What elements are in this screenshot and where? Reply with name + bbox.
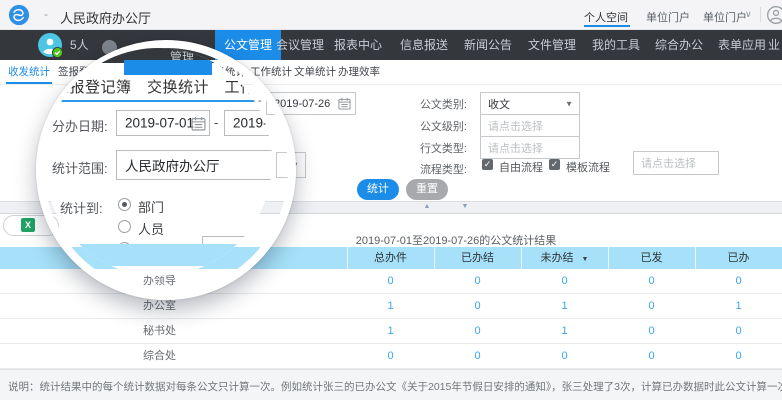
process-type-label: 流程类型:: [407, 161, 467, 177]
doc-type-select[interactable]: 收文 ▼: [480, 92, 580, 115]
cell-link[interactable]: 1: [521, 294, 608, 319]
template-process-label: 模板流程: [566, 159, 610, 175]
free-process-label: 自由流程: [499, 159, 543, 175]
magnified-subtabs: 签报登记簿 交换统计 工作统计: [54, 76, 272, 97]
reset-button[interactable]: 重置: [406, 179, 448, 200]
cell-link[interactable]: 0: [434, 294, 521, 319]
nav-tab-clipped[interactable]: 业: [768, 30, 782, 60]
top-bar: - 人民政府办公厅 个人空间 单位门户 单位门户 ∨: [0, 0, 782, 30]
app-logo-icon: [8, 4, 30, 26]
stat-scope-label: 统计范围:: [52, 158, 108, 177]
magnified-tab-underline: [44, 100, 272, 102]
nav-tab-report-center[interactable]: 报表中心: [334, 30, 382, 60]
toplink-active-underline: [584, 25, 630, 27]
app-title: 人民政府办公厅: [60, 8, 151, 27]
cell-link[interactable]: 0: [434, 344, 521, 369]
cell-link[interactable]: 0: [608, 294, 695, 319]
magnifier-content: 管理 签报登记簿 交换统计 工作统计 分办日期: 2019-07-01 - 20…: [44, 48, 272, 276]
footer-note: 说明：统计结果中的每个统计数据对每条公文只计算一次。例如统计张三的已办公文《关于…: [8, 379, 782, 394]
chevron-down-icon: ▼: [565, 99, 573, 108]
radio-person-label: 人员: [138, 219, 164, 238]
cell-link[interactable]: 0: [521, 269, 608, 294]
radio-department-label: 部门: [138, 197, 164, 216]
magnifier-overlay: 管理 签报登记簿 交换统计 工作统计 分办日期: 2019-07-01 - 20…: [36, 40, 296, 300]
stat-target-label: 统计到:: [60, 198, 103, 217]
col-header-open: 未办结▼: [521, 247, 608, 269]
cell-link[interactable]: 0: [695, 269, 782, 294]
nav-tab-news[interactable]: 新闻公告: [464, 30, 512, 60]
nav-tab-file-management[interactable]: 文件管理: [528, 30, 576, 60]
nav-tab-form-app[interactable]: 表单应用: [718, 30, 766, 60]
chevron-down-icon[interactable]: ∨: [745, 9, 752, 20]
doc-level-input[interactable]: 请点击选择: [480, 114, 580, 137]
col-header-done: 已办: [695, 247, 782, 269]
date-range-separator: -: [214, 115, 218, 130]
subtab-efficiency[interactable]: 办理效率: [338, 60, 380, 84]
footer-note-bar: 说明：统计结果中的每个统计数据对每条公文只计算一次。例如统计张三的已办公文《关于…: [0, 369, 782, 400]
toplink-unit-portal-1[interactable]: 单位门户: [646, 9, 690, 25]
row-label: 秘书处: [143, 319, 176, 344]
col-header-closed: 已办结: [434, 247, 521, 269]
cell-link[interactable]: 0: [434, 269, 521, 294]
radio-department[interactable]: [118, 198, 131, 211]
collapse-up-icon[interactable]: ▲: [414, 201, 440, 212]
subtab-send-receive-stats[interactable]: 收发统计: [8, 60, 50, 84]
expand-down-icon[interactable]: ▼: [452, 201, 478, 212]
magnified-active-tab-fragment: [124, 60, 212, 75]
cell-link[interactable]: 0: [347, 344, 434, 369]
title-separator: -: [44, 7, 48, 21]
topbar-divider: [760, 7, 761, 22]
nav-tab-my-tools[interactable]: 我的工具: [592, 30, 640, 60]
table-row: 综合处 0 0 0 0 0: [0, 344, 782, 369]
cell-link[interactable]: 0: [695, 319, 782, 344]
toplink-unit-portal-2[interactable]: 单位门户: [703, 9, 747, 25]
writing-type-input[interactable]: 请点击选择: [480, 136, 580, 159]
submit-stats-button[interactable]: 统计: [357, 179, 399, 200]
excel-icon: X: [21, 218, 35, 232]
calendar-icon[interactable]: [191, 116, 206, 134]
table-row: 秘书处 1 0 1 0 0: [0, 319, 782, 344]
dispatch-date-label: 分办日期:: [52, 116, 108, 135]
doc-level-label: 公文级别:: [407, 118, 467, 134]
process-select-input[interactable]: 请点击选择: [633, 151, 719, 175]
cell-link[interactable]: 0: [695, 344, 782, 369]
table-row: 办公室 1 0 1 0 1: [0, 294, 782, 319]
date-to-input-clipped[interactable]: 2019-07-26: [224, 110, 272, 136]
nav-tab-info-report[interactable]: 信息报送: [400, 30, 448, 60]
cell-link[interactable]: 1: [347, 294, 434, 319]
cell-link[interactable]: 0: [347, 269, 434, 294]
subtab-active-underline: [6, 82, 52, 84]
cell-link[interactable]: 0: [434, 319, 521, 344]
radio-person[interactable]: [118, 220, 131, 233]
subtab-doc-stats[interactable]: 文单统计: [294, 60, 336, 84]
col-header-sent: 已发: [608, 247, 695, 269]
cell-link[interactable]: 0: [608, 269, 695, 294]
calendar-icon[interactable]: [338, 97, 351, 113]
template-process-checkbox[interactable]: ✓: [549, 159, 560, 170]
app-window: - 人民政府办公厅 个人空间 单位门户 单位门户 ∨ 5人 公文: [0, 0, 782, 400]
writing-type-label: 行文类型:: [407, 140, 467, 156]
date-from-input[interactable]: 2019-07-01: [116, 110, 210, 136]
user-profile-icon[interactable]: [766, 5, 782, 25]
sort-dropdown-icon[interactable]: ▼: [582, 256, 589, 263]
nav-tab-meeting[interactable]: 会议管理: [276, 30, 324, 60]
nav-tab-integrated-office[interactable]: 综合办公: [655, 30, 703, 60]
free-process-checkbox[interactable]: ✓: [482, 159, 493, 170]
col-header-total: 总办件: [347, 247, 434, 269]
cell-link[interactable]: 0: [608, 319, 695, 344]
cell-link[interactable]: 0: [521, 344, 608, 369]
cell-link[interactable]: 1: [695, 294, 782, 319]
toplink-personal-space[interactable]: 个人空间: [584, 9, 628, 25]
cell-link[interactable]: 1: [347, 319, 434, 344]
cell-link[interactable]: 1: [521, 319, 608, 344]
stat-scope-input[interactable]: 人民政府办公厅: [116, 150, 272, 180]
doc-type-label: 公文类别:: [407, 96, 467, 112]
magnified-table-header-band: [44, 244, 272, 266]
row-label: 综合处: [143, 344, 176, 369]
cell-link[interactable]: 0: [608, 344, 695, 369]
